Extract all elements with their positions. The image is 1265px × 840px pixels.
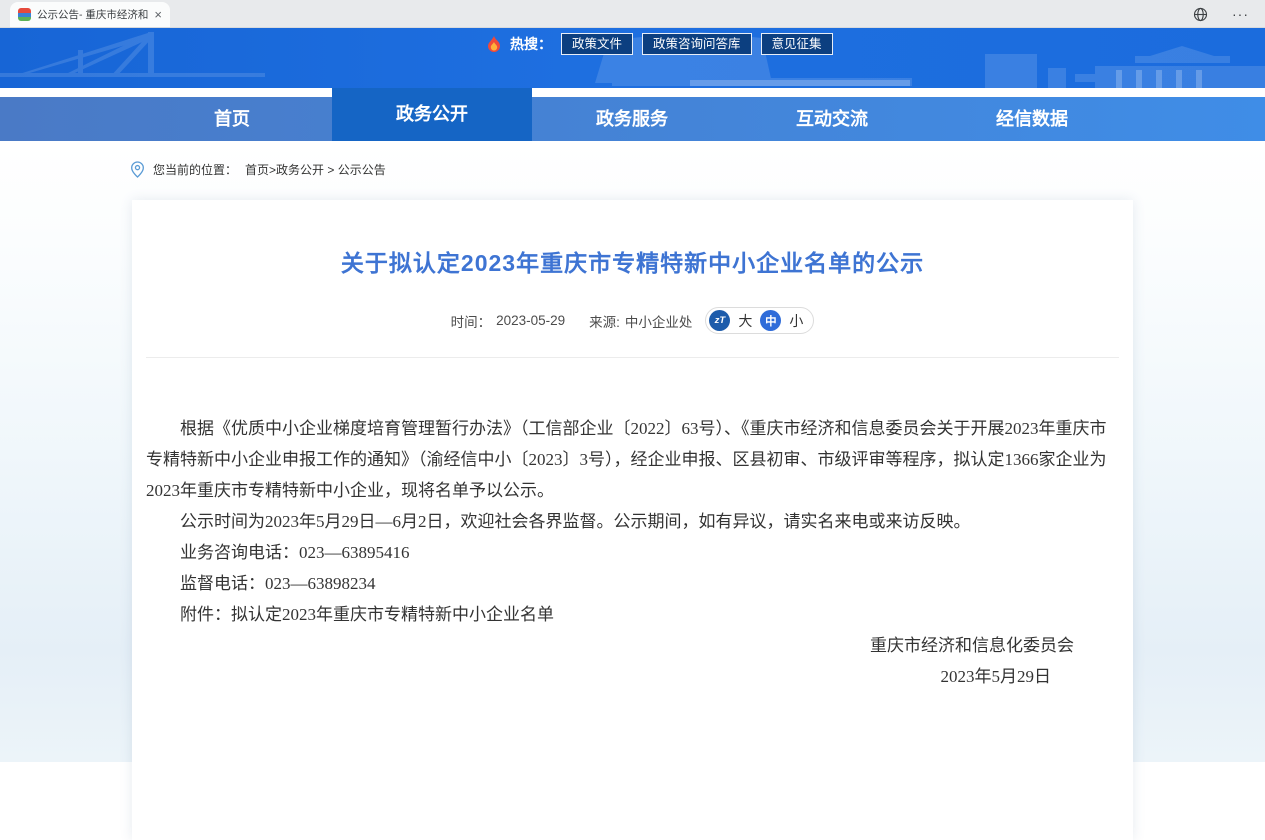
paragraph-basis: 根据《优质中小企业梯度培育管理暂行办法》（工信部企业〔2022〕63号）、《重庆…	[146, 413, 1119, 506]
page-content: 您当前的位置： 首页>政务公开 > 公示公告 关于拟认定2023年重庆市专精特新…	[0, 141, 1265, 762]
hot-search-item-policy-qa[interactable]: 政策咨询问答库	[642, 33, 752, 55]
font-size-medium-button[interactable]: 中	[760, 310, 781, 331]
breadcrumb: 您当前的位置： 首页>政务公开 > 公示公告	[130, 161, 386, 178]
signature-org: 重庆市经济和信息化委员会	[146, 630, 1119, 661]
article-meta: 时间： 2023-05-29 来源: 中小企业处 zT 大 中 小	[132, 307, 1133, 334]
hot-search-item-policy-files[interactable]: 政策文件	[561, 33, 633, 55]
flame-icon	[487, 36, 501, 53]
nav-tab-interaction[interactable]: 互动交流	[732, 97, 932, 141]
paragraph-supervise-phone: 监督电话：023—63898234	[146, 568, 1119, 599]
font-size-small-button[interactable]: 小	[789, 311, 803, 331]
location-pin-icon	[130, 161, 145, 178]
hot-search-label: 热搜：	[510, 34, 552, 54]
hot-search-bar: 热搜： 政策文件 政策咨询问答库 意见征集	[487, 32, 833, 56]
nav-tab-home[interactable]: 首页	[132, 97, 332, 141]
meta-source-label: 来源:	[589, 311, 620, 331]
font-size-icon[interactable]: zT	[709, 310, 730, 331]
header-banner: 热搜： 政策文件 政策咨询问答库 意见征集	[0, 28, 1265, 88]
breadcrumb-prefix: 您当前的位置：	[153, 161, 237, 178]
font-size-large-button[interactable]: 大	[738, 311, 752, 331]
browser-tab[interactable]: 公示公告- 重庆市经济和信息... ×	[10, 2, 170, 27]
more-menu-icon[interactable]: ···	[1232, 6, 1249, 22]
hot-search-item-opinions[interactable]: 意见征集	[761, 33, 833, 55]
article-card: 关于拟认定2023年重庆市专精特新中小企业名单的公示 时间： 2023-05-2…	[132, 200, 1133, 840]
article-title: 关于拟认定2023年重庆市专精特新中小企业名单的公示	[172, 244, 1093, 278]
chrome-actions: ···	[1193, 0, 1249, 28]
main-navigation: 首页 政务公开 政务服务 互动交流 经信数据	[0, 88, 1265, 141]
attachment-link[interactable]: 附件：拟认定2023年重庆市专精特新中小企业名单	[146, 599, 1119, 630]
site-favicon-icon	[18, 8, 31, 21]
article-body: 根据《优质中小企业梯度培育管理暂行办法》（工信部企业〔2022〕63号）、《重庆…	[132, 358, 1133, 692]
paragraph-consult-phone: 业务咨询电话：023—63895416	[146, 537, 1119, 568]
nav-tab-gov-services[interactable]: 政务服务	[532, 97, 732, 141]
paragraph-publicity-period: 公示时间为2023年5月29日—6月2日，欢迎社会各界监督。公示期间，如有异议，…	[146, 506, 1119, 537]
meta-source-value: 中小企业处	[625, 311, 693, 331]
nav-tab-data[interactable]: 经信数据	[932, 97, 1132, 141]
tab-title: 公示公告- 重庆市经济和信息...	[37, 7, 148, 22]
globe-icon[interactable]	[1193, 7, 1208, 22]
breadcrumb-path[interactable]: 首页>政务公开 > 公示公告	[245, 161, 386, 178]
signature-date: 2023年5月29日	[146, 661, 1119, 692]
browser-tab-bar: 公示公告- 重庆市经济和信息... × ···	[0, 0, 1265, 28]
meta-time-value: 2023-05-29	[496, 313, 565, 328]
font-size-widget: zT 大 中 小	[705, 307, 814, 334]
meta-time-label: 时间：	[451, 311, 492, 331]
nav-tab-gov-disclosure[interactable]: 政务公开	[332, 88, 532, 141]
tab-close-icon[interactable]: ×	[154, 8, 162, 21]
